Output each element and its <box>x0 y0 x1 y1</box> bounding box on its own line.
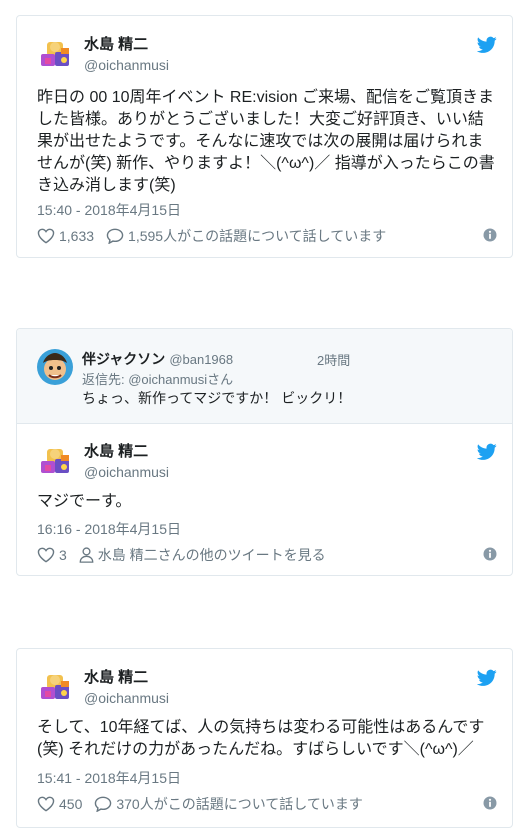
tweet-header: 水島 精二 @oichanmusi <box>37 669 497 709</box>
reply-count-text: 1,595人がこの話題について話しています <box>128 228 387 244</box>
avatar-icon[interactable] <box>37 669 73 705</box>
like-button[interactable]: 1,633 <box>37 228 94 244</box>
twitter-bird-icon[interactable] <box>477 36 497 54</box>
tweet-text: そして、10年経てば、人の気持ちは変わる可能性はあるんです(笑) それだけの力が… <box>37 719 485 758</box>
tweet-header: 水島 精二 @oichanmusi <box>37 443 497 483</box>
tweet-timestamp[interactable]: 15:41 - 2018年4月15日 <box>37 768 181 788</box>
speech-bubble-icon <box>94 796 112 812</box>
tweet-timestamp[interactable]: 15:40 - 2018年4月15日 <box>37 200 181 220</box>
info-icon[interactable] <box>483 796 497 810</box>
person-icon <box>79 547 94 563</box>
author-name[interactable]: 水島 精二 <box>84 443 169 461</box>
more-tweets-label: 水島 精二さんの他のツイートを見る <box>97 547 326 563</box>
more-tweets-link[interactable]: 水島 精二さんの他のツイートを見る <box>79 545 326 565</box>
speech-bubble-icon <box>106 228 124 244</box>
author-name[interactable]: 水島 精二 <box>84 36 169 54</box>
quoted-reply[interactable]: 伴ジャクソン @ban1968 2時間 返信先: @oichanmusiさん ちょ… <box>17 329 512 424</box>
tweet-timestamp[interactable]: 16:16 - 2018年4月15日 <box>37 519 181 539</box>
heart-icon <box>37 228 55 244</box>
tweet-card-2: 伴ジャクソン @ban1968 2時間 返信先: @oichanmusiさん ちょ… <box>16 328 513 576</box>
reply-to-label[interactable]: 返信先: @oichanmusiさん <box>82 369 233 388</box>
like-count: 3 <box>59 547 67 563</box>
tweet-actions: 450 370人がこの話題について話しています <box>37 794 497 814</box>
twitter-bird-icon[interactable] <box>477 443 497 461</box>
heart-icon <box>37 796 55 812</box>
like-count: 450 <box>59 796 83 812</box>
like-button[interactable]: 450 <box>37 796 82 812</box>
tweet-actions: 3 水島 精二さんの他のツイートを見る <box>37 545 497 565</box>
reply-count-text: 370人がこの話題について話しています <box>116 796 363 812</box>
reply-time[interactable]: 2時間 <box>317 350 350 369</box>
reply-text: ちょっ、新作ってマジですか！ ビックリ！ <box>82 390 352 406</box>
avatar-icon[interactable] <box>37 443 73 479</box>
avatar-icon[interactable] <box>37 349 73 385</box>
info-icon[interactable] <box>483 547 497 561</box>
author-handle[interactable]: @oichanmusi <box>84 463 169 481</box>
tweet-card-3: 水島 精二 @oichanmusi そして、10年経てば、人の気持ちは変わる可能… <box>16 648 513 828</box>
like-button[interactable]: 3 <box>37 547 67 563</box>
twitter-bird-icon[interactable] <box>477 669 497 687</box>
reply-count-button[interactable]: 370人がこの話題について話しています <box>94 794 363 814</box>
reply-author-handle: @ban1968 <box>169 352 234 367</box>
heart-icon <box>37 547 55 563</box>
tweet-text: マジでーす。 <box>37 493 132 510</box>
tweet-text: 昨日の 00 10周年イベント RE:vision ご来場、配信をご覧頂きました… <box>37 89 495 194</box>
reply-count-button[interactable]: 1,595人がこの話題について話しています <box>106 226 386 246</box>
tweet-actions: 1,633 1,595人がこの話題について話しています <box>37 226 497 246</box>
author-handle[interactable]: @oichanmusi <box>84 56 169 74</box>
avatar-icon[interactable] <box>37 36 73 72</box>
author-handle[interactable]: @oichanmusi <box>84 689 169 707</box>
author-name[interactable]: 水島 精二 <box>84 669 169 687</box>
reply-author[interactable]: 伴ジャクソン @ban1968 <box>82 349 233 369</box>
info-icon[interactable] <box>483 228 497 242</box>
tweet-header: 水島 精二 @oichanmusi <box>37 36 497 76</box>
like-count: 1,633 <box>59 228 95 244</box>
reply-author-name: 伴ジャクソン <box>82 351 166 367</box>
tweet-card-1: 水島 精二 @oichanmusi 昨日の 00 10周年イベント RE:vis… <box>16 15 513 258</box>
